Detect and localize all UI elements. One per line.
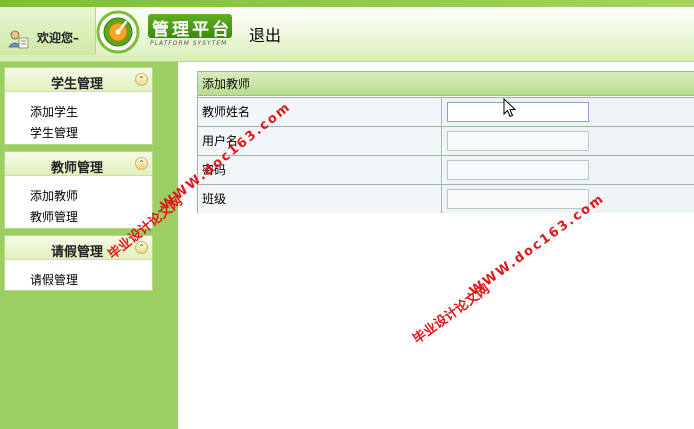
panel-title: 学生管理	[50, 77, 103, 92]
sidebar-item-leave-manage[interactable]: 请假管理	[30, 271, 78, 288]
panel-header-student[interactable]: 学生管理 ⌃	[5, 68, 152, 92]
panel-title: 教师管理	[50, 161, 103, 176]
welcome-text: 欢迎您–	[37, 31, 80, 45]
panel-header-teacher[interactable]: 教师管理 ⌃	[5, 152, 152, 176]
add-teacher-form: 添加教师 教师姓名 用户名 密码 班级	[197, 71, 694, 213]
field-label: 密码	[198, 156, 442, 184]
sidebar-item-teacher-manage[interactable]: 教师管理	[30, 208, 78, 225]
password-input[interactable]	[447, 160, 589, 180]
form-row-class: 班级	[198, 184, 694, 213]
platform-logo-icon	[96, 10, 140, 54]
brand-subtitle: PLATFORM SYSYTEM	[150, 40, 228, 47]
sidebar-item-add-teacher[interactable]: 添加教师	[30, 187, 78, 204]
sidebar-item-student-manage[interactable]: 学生管理	[30, 124, 78, 141]
field-cell	[443, 98, 694, 126]
sidebar-item-add-student[interactable]: 添加学生	[30, 103, 78, 120]
field-label: 教师姓名	[198, 98, 442, 126]
brand-title: 管理平台	[152, 20, 232, 40]
teacher-name-input[interactable]	[447, 102, 589, 122]
collapse-icon[interactable]: ⌃	[135, 157, 148, 170]
mouse-cursor-icon	[503, 98, 517, 118]
form-title: 添加教师	[198, 72, 694, 96]
panel-student: 学生管理 ⌃ 添加学生 学生管理	[4, 67, 153, 145]
sidebar: 学生管理 ⌃ 添加学生 学生管理 教师管理 ⌃ 添加教师 教师管理 请假管理 ⌃…	[0, 62, 178, 429]
panel-teacher: 教师管理 ⌃ 添加教师 教师管理	[4, 151, 153, 229]
username-input[interactable]	[447, 131, 589, 151]
collapse-icon[interactable]: ⌃	[135, 73, 148, 86]
field-cell	[443, 185, 694, 213]
field-cell	[443, 127, 694, 155]
class-input[interactable]	[447, 189, 589, 209]
top-header: 欢迎您– 管理平台 PLATFORM SYSYTEM 退出	[0, 0, 694, 62]
welcome-box: 欢迎您–	[0, 7, 96, 55]
logout-link[interactable]: 退出	[249, 22, 281, 46]
header-top-band	[0, 0, 694, 7]
user-icon	[8, 30, 29, 49]
form-row-username: 用户名	[198, 126, 694, 155]
field-label: 班级	[198, 185, 442, 213]
field-cell	[443, 156, 694, 184]
form-row-password: 密码	[198, 155, 694, 184]
